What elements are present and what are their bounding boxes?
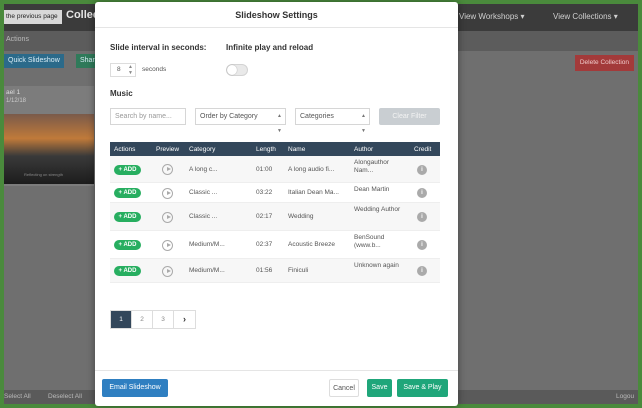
- page-3[interactable]: 3: [153, 311, 174, 328]
- infinite-play-toggle[interactable]: [226, 64, 248, 76]
- credit-info-icon[interactable]: i: [417, 188, 427, 198]
- table-row: + ADD Classic ... 02:17 Wedding Wedding Auth…: [110, 203, 440, 231]
- toggle-knob: [227, 65, 237, 75]
- select-arrows-icon: ▲ ▼: [361, 113, 366, 134]
- track-author: Alongauthor Nam...: [354, 159, 390, 174]
- track-author: Unknown again: [354, 262, 399, 269]
- col-actions: Actions: [114, 146, 136, 153]
- card-thumbnail: Reflecting on strength: [4, 114, 94, 184]
- modal-title: Slideshow Settings: [95, 2, 458, 28]
- select-arrows-icon: ▲ ▼: [277, 113, 282, 134]
- view-collections-menu[interactable]: View Collections ▾: [553, 12, 618, 21]
- track-category: Classic ...: [189, 213, 218, 220]
- interval-value: 8: [117, 66, 121, 73]
- col-preview: Preview: [156, 146, 180, 153]
- logout-link[interactable]: Logou: [616, 393, 634, 400]
- col-category: Category: [189, 146, 216, 153]
- add-track-button[interactable]: + ADD: [114, 266, 141, 276]
- track-category: Medium/M...: [189, 241, 225, 248]
- view-workshops-menu[interactable]: View Workshops ▾: [459, 12, 525, 21]
- track-name: Italian Dean Ma...: [288, 189, 339, 196]
- delete-collection-button[interactable]: Delete Collection: [574, 55, 634, 71]
- track-category: Classic ...: [189, 189, 218, 196]
- category-select[interactable]: Categories ▲ ▼: [295, 108, 370, 134]
- track-author: Dean Martin: [354, 186, 390, 193]
- email-slideshow-button[interactable]: Email Slideshow: [102, 379, 168, 397]
- add-track-button[interactable]: + ADD: [114, 240, 141, 250]
- category-select-value: Categories: [300, 113, 334, 120]
- order-select[interactable]: Order by Category ▲ ▼: [195, 108, 286, 134]
- col-length: Length: [256, 146, 276, 153]
- track-length: 01:56: [256, 267, 273, 274]
- play-preview-icon[interactable]: [162, 265, 173, 277]
- modal-footer: Email Slideshow Cancel Save Save & Play: [95, 370, 458, 406]
- add-track-button[interactable]: + ADD: [114, 164, 141, 175]
- track-name: Wedding: [288, 213, 314, 220]
- play-preview-icon[interactable]: [162, 164, 173, 175]
- cancel-button[interactable]: Cancel: [329, 379, 359, 397]
- track-name: Acoustic Breeze: [288, 241, 335, 248]
- play-preview-icon[interactable]: [162, 211, 173, 223]
- interval-label: Slide interval in seconds:: [110, 43, 207, 52]
- track-name: Finiculi: [288, 267, 309, 274]
- col-credit: Credit: [414, 146, 432, 153]
- track-length: 03:22: [256, 189, 273, 196]
- track-length: 01:00: [256, 165, 273, 173]
- deselect-all-link[interactable]: Deselect All: [48, 393, 82, 400]
- track-category: A long c...: [189, 165, 218, 173]
- table-row: + ADD Medium/M... 01:56 Finiculi Unknown aga…: [110, 259, 440, 283]
- select-all-link[interactable]: Select All: [4, 393, 31, 400]
- next-page-icon[interactable]: ›: [174, 311, 195, 328]
- card-caption: Reflecting on strength: [24, 172, 63, 177]
- track-length: 02:37: [256, 241, 273, 248]
- play-preview-icon[interactable]: [162, 187, 173, 199]
- interval-input[interactable]: 8 ▲ ▼: [110, 63, 136, 77]
- credit-info-icon[interactable]: i: [417, 212, 427, 222]
- pagination: 1 2 3 ›: [110, 310, 196, 329]
- card-title: ael 1: [6, 89, 21, 96]
- music-table: Actions Preview Category Length Name Aut…: [110, 142, 440, 283]
- credit-info-icon[interactable]: i: [417, 266, 427, 276]
- music-search-input[interactable]: Search by name...: [110, 108, 186, 125]
- table-row: + ADD Medium/M... 02:37 Acoustic Breeze BenS…: [110, 231, 440, 259]
- credit-info-icon[interactable]: i: [417, 164, 427, 175]
- clear-filter-button[interactable]: Clear Filter: [379, 108, 440, 125]
- music-label: Music: [110, 89, 133, 98]
- track-author: BenSound (www.b...: [354, 234, 385, 249]
- play-preview-icon[interactable]: [162, 239, 173, 251]
- page-2[interactable]: 2: [132, 311, 153, 328]
- table-row: + ADD Classic ... 03:22 Italian Dean Ma... D…: [110, 183, 440, 203]
- col-name: Name: [288, 146, 306, 153]
- card-date: 1/12/18: [6, 98, 27, 104]
- table-header: Actions Preview Category Length Name Aut…: [110, 142, 440, 156]
- col-author: Author: [354, 146, 374, 153]
- track-category: Medium/M...: [189, 267, 225, 274]
- previous-page-link[interactable]: the previous page: [4, 10, 62, 24]
- subbar-label: Actions: [6, 36, 29, 43]
- table-row: + ADD A long c... 01:00 A long audio fi... A…: [110, 156, 440, 183]
- table-body: + ADD A long c... 01:00 A long audio fi... A…: [110, 156, 440, 283]
- infinite-play-label: Infinite play and reload: [226, 43, 314, 52]
- order-select-value: Order by Category: [200, 113, 258, 120]
- add-track-button[interactable]: + ADD: [114, 212, 141, 222]
- track-author: Wedding Author: [354, 206, 401, 213]
- track-length: 02:17: [256, 213, 273, 220]
- page-1[interactable]: 1: [111, 311, 132, 328]
- save-button[interactable]: Save: [367, 379, 392, 397]
- slideshow-settings-modal: Slideshow Settings Slide interval in sec…: [95, 2, 458, 406]
- stepper-arrows-icon[interactable]: ▲ ▼: [128, 64, 133, 76]
- quick-slideshow-button[interactable]: Quick Slideshow: [4, 54, 64, 68]
- interval-unit: seconds: [142, 66, 167, 73]
- credit-info-icon[interactable]: i: [417, 240, 427, 250]
- save-and-play-button[interactable]: Save & Play: [397, 379, 448, 397]
- add-track-button[interactable]: + ADD: [114, 188, 141, 198]
- track-name: A long audio fi...: [288, 165, 335, 173]
- search-placeholder: Search by name...: [115, 113, 172, 120]
- collection-card[interactable]: ael 1 1/12/18 Reflecting on strength: [4, 86, 94, 186]
